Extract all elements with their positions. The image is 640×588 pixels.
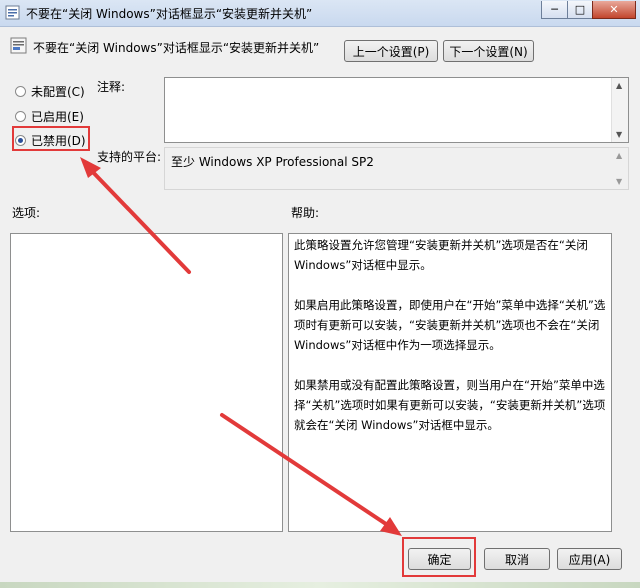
options-label: 选项: — [12, 206, 41, 220]
radio-not-configured[interactable]: 未配置(C) — [15, 83, 85, 100]
radio-label: 未配置(C) — [31, 85, 85, 99]
ok-button[interactable]: 确定 — [408, 548, 471, 570]
comment-textarea[interactable]: ▲ ▼ — [164, 77, 629, 143]
platform-value: 至少 Windows XP Professional SP2 — [171, 155, 374, 169]
radio-enabled[interactable]: 已启用(E) — [15, 108, 84, 125]
cancel-button[interactable]: 取消 — [484, 548, 550, 570]
help-paragraph: 如果启用此策略设置，即使用户在“开始”菜单中选择“关机”选项时有更新可以安装，“… — [294, 298, 606, 352]
options-panel — [10, 233, 283, 532]
help-label: 帮助: — [291, 206, 320, 220]
apply-button[interactable]: 应用(A) — [557, 548, 622, 570]
platform-label: 支持的平台: — [97, 150, 162, 164]
policy-setting-icon — [10, 37, 27, 54]
platform-field: 至少 Windows XP Professional SP2 ▲ ▼ — [164, 147, 629, 190]
scroll-down-icon[interactable]: ▼ — [616, 177, 622, 186]
policy-name: 不要在“关闭 Windows”对话框显示“安装更新并关机” — [33, 41, 320, 55]
comment-label: 注释: — [97, 80, 126, 94]
radio-label: 已启用(E) — [31, 110, 84, 124]
help-paragraph: 此策略设置允许您管理“安装更新并关机”选项是否在“关闭 Windows”对话框中… — [294, 238, 588, 272]
help-paragraph: 如果禁用或没有配置此策略设置，则当用户在“开始”菜单中选择“关机”选项时如果有更… — [294, 378, 606, 432]
window-title: 不要在“关闭 Windows”对话框显示“安装更新并关机” — [26, 7, 313, 21]
next-setting-button[interactable]: 下一个设置(N) — [443, 40, 534, 62]
title-bar[interactable]: 不要在“关闭 Windows”对话框显示“安装更新并关机” ─ □ ✕ — [0, 0, 640, 27]
policy-app-icon — [5, 5, 20, 20]
radio-circle[interactable] — [15, 86, 26, 97]
bottom-edge — [0, 582, 640, 588]
annotation-highlight-box — [12, 126, 90, 151]
scroll-down-icon[interactable]: ▼ — [616, 130, 622, 139]
scroll-up-icon[interactable]: ▲ — [616, 81, 622, 90]
help-panel: 此策略设置允许您管理“安装更新并关机”选项是否在“关闭 Windows”对话框中… — [288, 233, 612, 532]
close-button[interactable]: ✕ — [592, 1, 636, 19]
help-text: 此策略设置允许您管理“安装更新并关机”选项是否在“关闭 Windows”对话框中… — [294, 235, 606, 435]
platform-scrollbar[interactable]: ▲ ▼ — [612, 148, 628, 189]
minimize-button[interactable]: ─ — [541, 1, 568, 19]
comment-scrollbar[interactable]: ▲ ▼ — [611, 78, 628, 142]
radio-circle[interactable] — [15, 111, 26, 122]
scroll-up-icon[interactable]: ▲ — [616, 151, 622, 160]
maximize-button[interactable]: □ — [567, 1, 593, 19]
previous-setting-button[interactable]: 上一个设置(P) — [344, 40, 438, 62]
